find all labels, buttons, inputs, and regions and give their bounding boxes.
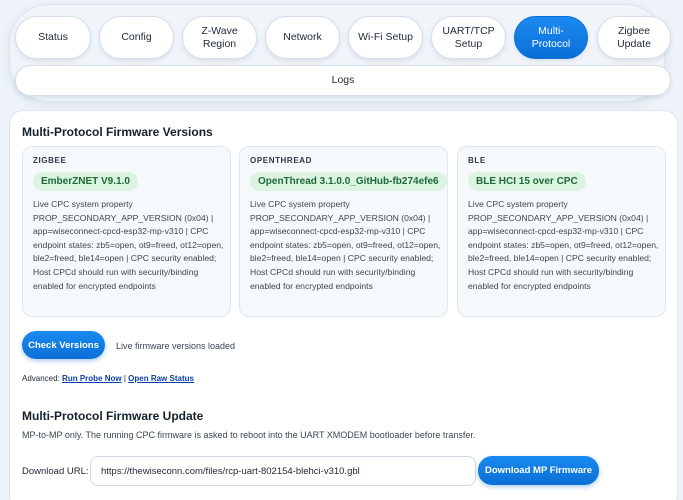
versions-status-text: Live firmware versions loaded: [116, 341, 236, 351]
ble-version-badge: BLE HCI 15 over CPC: [468, 172, 586, 191]
tab-zigbee-update[interactable]: Zigbee Update: [597, 16, 671, 59]
advanced-prefix: Advanced:: [22, 374, 60, 383]
zigbee-version-badge: EmberZNET V9.1.0: [33, 172, 138, 191]
openthread-label: OPENTHREAD: [250, 156, 313, 165]
openthread-version-box: OPENTHREAD OpenThread 3.1.0.0_GitHub-fb2…: [239, 146, 448, 317]
download-url-label: Download URL:: [22, 466, 89, 477]
run-probe-link[interactable]: Run Probe Now: [62, 374, 122, 383]
advanced-links: Advanced: Run Probe Now | Open Raw Statu…: [22, 374, 194, 383]
update-title: Multi-Protocol Firmware Update: [22, 409, 204, 423]
tab-network[interactable]: Network: [265, 16, 340, 59]
download-url-input[interactable]: [90, 456, 476, 486]
multi-protocol-panel: Multi-Protocol Firmware Versions ZIGBEE …: [9, 110, 678, 500]
ble-description: Live CPC system property PROP_SECONDARY_…: [468, 199, 659, 291]
tab-config[interactable]: Config: [99, 16, 174, 59]
top-navigation: Status Config Z-Wave Region Network Wi-F…: [9, 4, 671, 102]
tab-wifi-setup[interactable]: Wi-Fi Setup: [348, 16, 423, 59]
check-versions-button[interactable]: Check Versions: [22, 331, 105, 359]
openthread-description: Live CPC system property PROP_SECONDARY_…: [250, 199, 441, 291]
download-mp-firmware-button[interactable]: Download MP Firmware: [478, 456, 599, 485]
tab-zwave-region[interactable]: Z-Wave Region: [182, 16, 257, 59]
link-separator: |: [123, 374, 126, 383]
openthread-version-badge: OpenThread 3.1.0.0_GitHub-fb274efe6: [250, 172, 447, 191]
versions-title: Multi-Protocol Firmware Versions: [22, 125, 213, 139]
update-note: MP-to-MP only. The running CPC firmware …: [22, 430, 476, 440]
zigbee-version-box: ZIGBEE EmberZNET V9.1.0 Live CPC system …: [22, 146, 231, 317]
zigbee-description: Live CPC system property PROP_SECONDARY_…: [33, 199, 224, 291]
ble-version-box: BLE BLE HCI 15 over CPC Live CPC system …: [457, 146, 666, 317]
tab-status[interactable]: Status: [15, 16, 91, 59]
tab-uart-tcp-setup[interactable]: UART/TCP Setup: [431, 16, 506, 59]
ble-label: BLE: [468, 156, 486, 165]
tab-multi-protocol[interactable]: Multi- Protocol: [514, 16, 588, 59]
raw-status-link[interactable]: Open Raw Status: [128, 374, 194, 383]
tab-logs[interactable]: Logs: [15, 65, 671, 96]
zigbee-label: ZIGBEE: [33, 156, 67, 165]
